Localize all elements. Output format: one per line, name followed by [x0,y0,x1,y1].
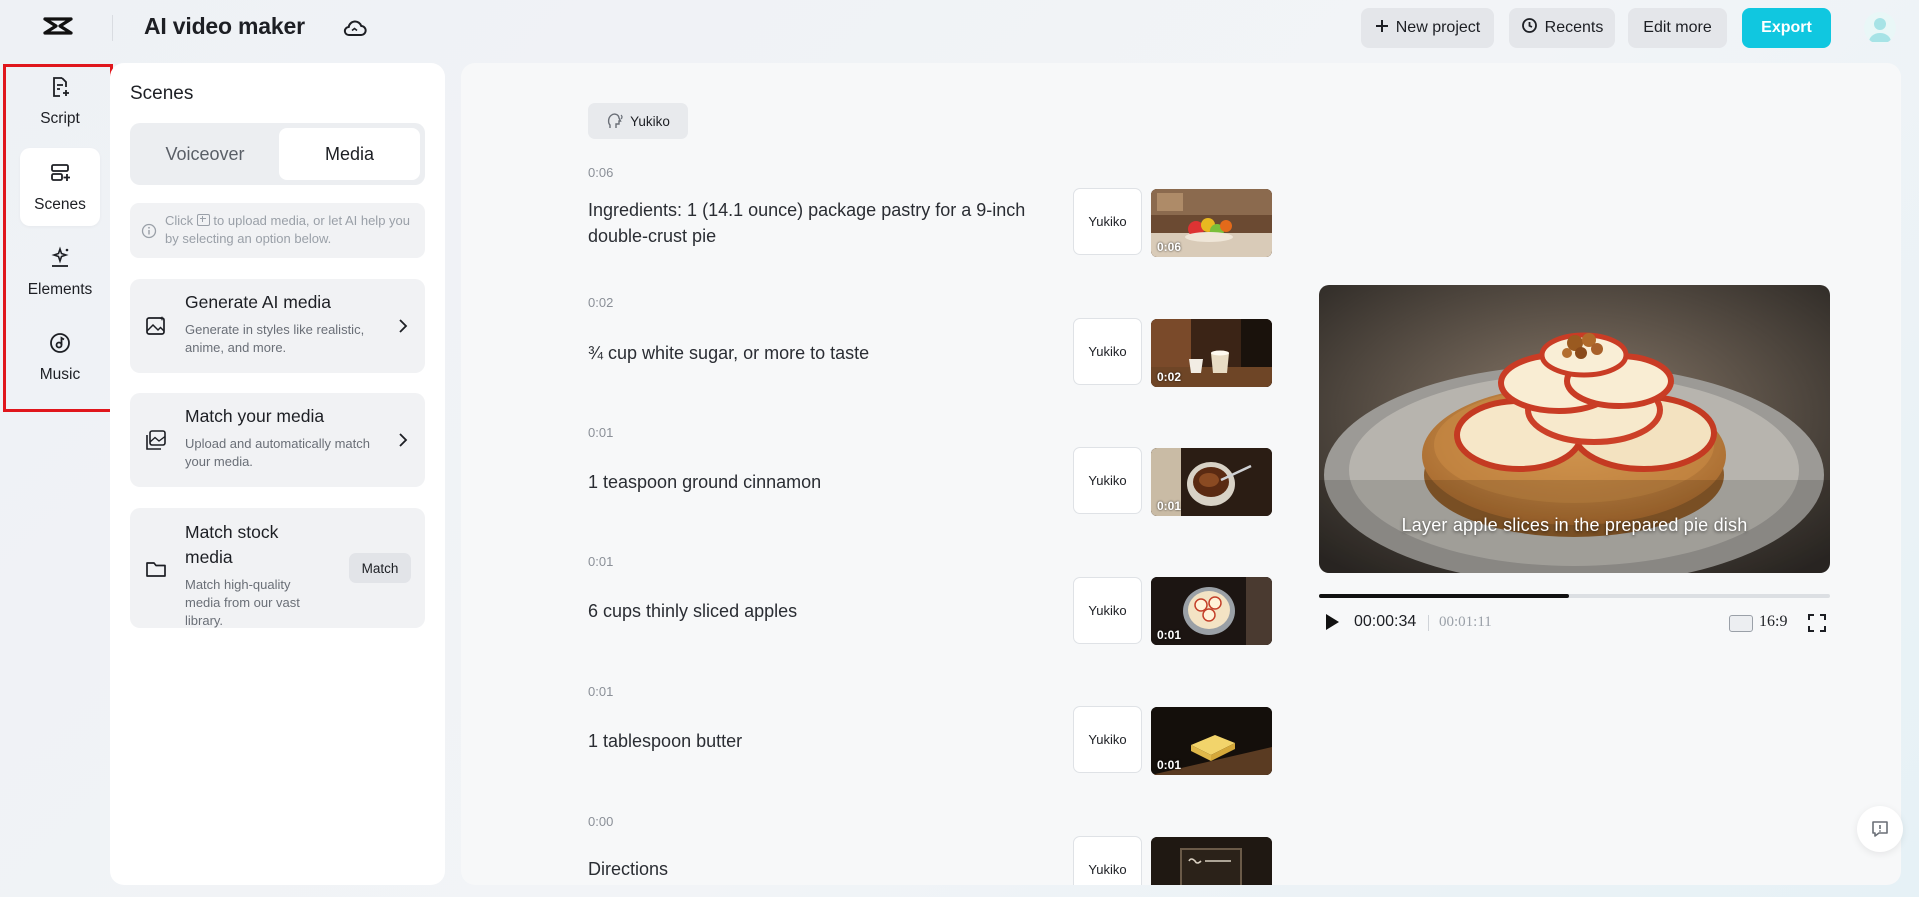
scene-voice-button[interactable]: Yukiko [1073,836,1142,885]
new-project-button[interactable]: New project [1361,8,1494,48]
thumb-duration: 0:01 [1157,628,1182,642]
rail-label: Elements [27,280,93,298]
scene-media-thumbnail[interactable]: 0:01 [1151,448,1272,516]
match-button[interactable]: Match [349,553,411,583]
thumb-duration: 0:01 [1157,758,1182,772]
media-gallery-icon [146,430,166,450]
upload-hint: Click to upload media, or let AI help yo… [130,203,425,258]
thumb-duration: 0:01 [1157,499,1182,513]
video-preview[interactable]: Layer apple slices in the prepared pie d… [1319,285,1830,573]
card-desc: Generate in styles like realistic, anime… [185,322,365,355]
tab-media[interactable]: Media [279,128,420,180]
aspect-ratio-icon[interactable] [1729,615,1753,632]
new-project-label: New project [1395,19,1481,36]
capcut-logo-icon[interactable] [40,12,76,44]
card-title: Generate AI media [185,292,331,312]
match-stock-media-card[interactable]: Match stock media Match high-quality med… [130,508,425,628]
scene-script-text[interactable]: Ingredients: 1 (14.1 ounce) package past… [588,197,1028,249]
scene-voice-button[interactable]: Yukiko [1073,318,1142,385]
voice-chip[interactable]: Yukiko [588,103,688,139]
directions-image [1151,837,1272,885]
scene-duration: 0:00 [588,814,614,829]
rail-item-music[interactable]: Music [20,318,100,396]
feedback-icon [1872,821,1888,837]
aspect-ratio-label[interactable]: 16:9 [1759,613,1787,631]
divider [112,15,113,41]
playback-progress-bar[interactable] [1319,594,1830,598]
scene-media-thumbnail[interactable]: 0:02 [1151,319,1272,387]
card-title: Match your media [185,406,325,426]
cloud-sync-icon[interactable] [341,15,369,41]
fullscreen-icon[interactable] [1806,612,1828,634]
scene-media-thumbnail[interactable] [1151,837,1272,885]
plus-icon [1375,19,1389,38]
app-title: AI video maker [144,13,305,39]
scene-media-thumbnail[interactable]: 0:06 [1151,189,1272,257]
script-add-icon [48,75,72,104]
info-icon [141,223,157,239]
hint-text: Click to upload media, or let AI help yo… [165,212,419,248]
play-icon[interactable] [1322,611,1342,633]
match-your-media-card[interactable]: Match your media Upload and automaticall… [130,393,425,487]
card-desc: Upload and automatically match your medi… [185,436,370,469]
ai-image-icon [146,316,165,335]
rail-item-elements[interactable]: Elements [20,233,100,311]
rail-item-scenes[interactable]: Scenes [20,148,100,226]
current-time: 00:00:34 [1354,613,1417,630]
panel-title: Scenes [130,83,194,104]
card-title: Match stock media [185,522,279,567]
rail-label: Music [39,365,81,383]
top-bar: AI video maker New project Recents Edit … [0,0,1919,56]
scene-duration: 0:01 [588,425,614,440]
tab-voiceover[interactable]: Voiceover [135,128,275,180]
recents-button[interactable]: Recents [1509,8,1615,48]
user-avatar[interactable] [1864,12,1896,44]
elements-icon [48,245,72,275]
rail-label: Scenes [34,195,86,213]
voice-chip-label: Yukiko [630,113,670,129]
music-icon [48,331,72,360]
folder-icon [146,562,166,577]
preview-caption: Layer apple slices in the prepared pie d… [1401,515,1748,535]
generate-ai-media-card[interactable]: Generate AI media Generate in styles lik… [130,279,425,373]
scene-script-text[interactable]: Directions [588,856,1028,882]
script-editor: Yukiko 0:06 Ingredients: 1 (14.1 ounce) … [461,63,1901,885]
scenes-icon [48,161,72,190]
recents-label: Recents [1544,19,1604,36]
export-button[interactable]: Export [1742,8,1831,48]
time-separator [1428,615,1429,631]
chevron-right-icon [399,319,408,333]
card-desc: Match high-quality media from our vast l… [185,577,300,628]
scene-script-text[interactable]: ¾ cup white sugar, or more to taste [588,340,1028,366]
scene-duration: 0:01 [588,554,614,569]
total-time: 00:01:11 [1439,614,1492,630]
scene-voice-button[interactable]: Yukiko [1073,706,1142,773]
rail-label: Script [40,109,80,127]
hint-text-pre: Click [165,213,194,228]
scene-voice-button[interactable]: Yukiko [1073,188,1142,255]
scene-voice-button[interactable]: Yukiko [1073,447,1142,514]
edit-more-button[interactable]: Edit more [1628,8,1727,48]
upload-media-icon[interactable] [196,214,210,226]
rail-item-script[interactable]: Script [20,62,100,140]
scene-media-thumbnail[interactable]: 0:01 [1151,707,1272,775]
history-icon [1521,17,1538,39]
thumb-duration: 0:06 [1157,240,1182,254]
scene-duration: 0:06 [588,165,614,180]
progress-fill [1319,594,1570,598]
scene-voice-button[interactable]: Yukiko [1073,577,1142,644]
scene-script-text[interactable]: 1 teaspoon ground cinnamon [588,469,1028,495]
thumb-duration: 0:02 [1157,370,1182,384]
chevron-right-icon [399,433,408,447]
scene-media-thumbnail[interactable]: 0:01 [1151,577,1272,645]
scenes-panel: Scenes Voiceover Media Click to upload m… [110,63,445,885]
scene-script-text[interactable]: 6 cups thinly sliced apples [588,598,1028,624]
media-tabs: Voiceover Media [130,123,425,185]
scene-duration: 0:02 [588,295,614,310]
scene-duration: 0:01 [588,684,614,699]
voice-icon [608,113,623,128]
feedback-button[interactable] [1857,806,1903,852]
scene-script-text[interactable]: 1 tablespoon butter [588,728,1028,754]
